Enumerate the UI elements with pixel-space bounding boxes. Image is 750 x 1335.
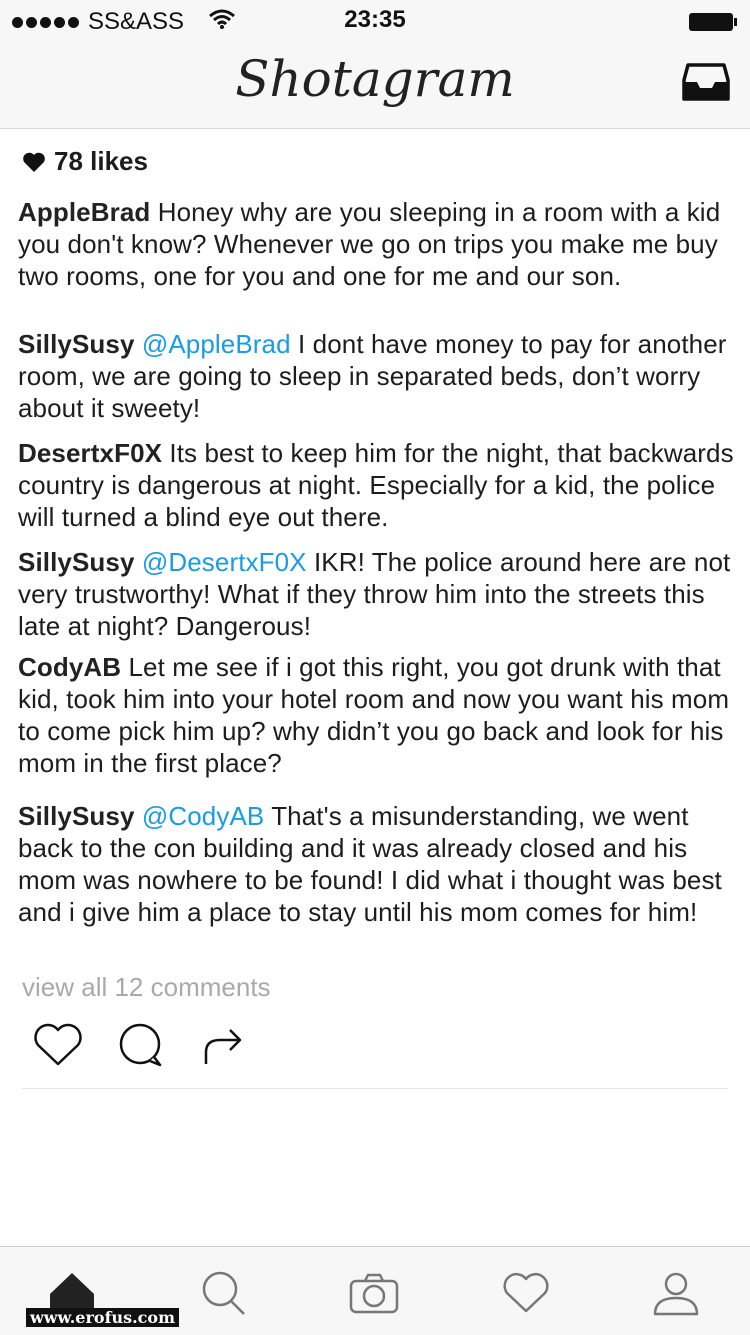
tab-search[interactable] xyxy=(196,1265,252,1321)
speech-bubble-icon xyxy=(119,1023,162,1067)
comment: CodyAB Let me see if i got this right, y… xyxy=(18,651,746,779)
heart-outline-icon xyxy=(34,1023,82,1066)
comment: SillySusy @AppleBrad I dont have money t… xyxy=(18,328,746,424)
heart-filled-icon xyxy=(23,152,45,172)
battery-icon xyxy=(688,11,738,39)
likes-label: 78 likes xyxy=(54,146,148,176)
comment-username[interactable]: AppleBrad xyxy=(18,197,150,227)
comment-username[interactable]: CodyAB xyxy=(18,652,121,682)
like-button[interactable] xyxy=(32,1022,84,1073)
comment-button[interactable] xyxy=(114,1022,166,1073)
app-header: Shotagram xyxy=(0,40,750,129)
comment-mention[interactable]: @DesertxF0X xyxy=(142,547,307,577)
divider xyxy=(22,1088,728,1089)
view-all-comments-link[interactable]: view all 12 comments xyxy=(22,972,271,1003)
comment-username[interactable]: SillySusy xyxy=(18,329,135,359)
comment-text: Let me see if i got this right, you got … xyxy=(18,652,730,778)
comment: SillySusy @DesertxF0X IKR! The police ar… xyxy=(18,546,746,642)
post-actions xyxy=(32,1022,278,1073)
comment-username[interactable]: SillySusy xyxy=(18,547,135,577)
tab-activity[interactable] xyxy=(498,1265,554,1321)
watermark: www.erofus.com xyxy=(26,1308,179,1327)
share-arrow-icon xyxy=(204,1029,242,1064)
clock: 23:35 xyxy=(344,6,406,33)
tab-camera[interactable] xyxy=(346,1265,402,1321)
profile-icon xyxy=(653,1272,699,1316)
search-icon xyxy=(202,1271,245,1315)
app-logo: Shotagram xyxy=(235,50,515,108)
comment-username[interactable]: SillySusy xyxy=(18,801,135,831)
comment: AppleBrad Honey why are you sleeping in … xyxy=(18,196,746,292)
comment-mention[interactable]: @AppleBrad xyxy=(142,329,291,359)
likes-count[interactable]: 78 likes xyxy=(22,146,148,177)
comment: SillySusy @CodyAB That's a misunderstand… xyxy=(18,800,746,928)
share-button[interactable] xyxy=(196,1022,248,1073)
camera-icon xyxy=(349,1273,399,1314)
inbox-icon[interactable] xyxy=(682,62,730,107)
comment: DesertxF0X Its best to keep him for the … xyxy=(18,437,746,533)
comment-mention[interactable]: @CodyAB xyxy=(142,801,264,831)
comment-username[interactable]: DesertxF0X xyxy=(18,438,162,468)
tab-profile[interactable] xyxy=(648,1265,704,1321)
status-bar: SS&ASS 23:35 xyxy=(0,0,750,40)
heart-icon xyxy=(503,1272,549,1313)
